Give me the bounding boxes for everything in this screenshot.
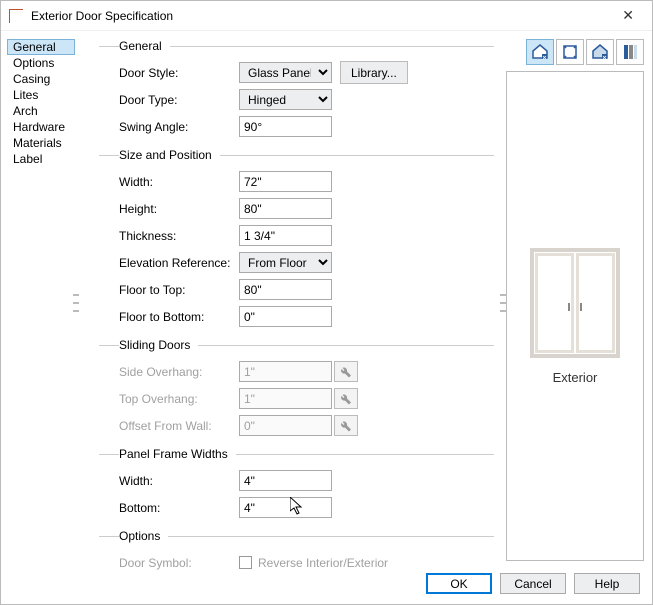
- app-logo-icon: [9, 9, 23, 23]
- preview-label: Exterior: [553, 370, 598, 385]
- top-overhang-input: [239, 388, 332, 409]
- group-general: General Door Style: Glass Panel Library.…: [99, 39, 494, 144]
- sidebar-item-lites[interactable]: Lites: [7, 87, 75, 103]
- side-overhang-label: Side Overhang:: [119, 365, 239, 379]
- wrench-icon: [334, 361, 358, 382]
- splitter-left[interactable]: [73, 291, 79, 315]
- ok-button[interactable]: OK: [426, 573, 492, 594]
- elev-ref-label: Elevation Reference:: [119, 256, 239, 270]
- sidebar-item-options[interactable]: Options: [7, 55, 75, 71]
- group-legend: Panel Frame Widths: [119, 447, 236, 461]
- height-input[interactable]: [239, 198, 332, 219]
- door-type-select[interactable]: Hinged: [239, 89, 332, 110]
- top-overhang-label: Top Overhang:: [119, 392, 239, 406]
- elev-ref-select[interactable]: From Floor: [239, 252, 332, 273]
- floor-bottom-input[interactable]: [239, 306, 332, 327]
- floor-top-input[interactable]: [239, 279, 332, 300]
- door-preview-icon: [530, 248, 620, 358]
- height-label: Height:: [119, 202, 239, 216]
- view-house-icon[interactable]: [526, 39, 554, 65]
- floor-bottom-label: Floor to Bottom:: [119, 310, 239, 324]
- wrench-icon: [334, 415, 358, 436]
- form-panel: General Door Style: Glass Panel Library.…: [99, 39, 494, 561]
- sidebar-item-label[interactable]: Label: [7, 151, 75, 167]
- door-style-select[interactable]: Glass Panel: [239, 62, 332, 83]
- reverse-label: Reverse Interior/Exterior: [258, 556, 388, 570]
- panel-bottom-label: Bottom:: [119, 501, 239, 515]
- side-overhang-input: [239, 361, 332, 382]
- close-icon[interactable]: ✕: [612, 3, 644, 28]
- help-button[interactable]: Help: [574, 573, 640, 594]
- sidebar-item-hardware[interactable]: Hardware: [7, 119, 75, 135]
- width-input[interactable]: [239, 171, 332, 192]
- group-legend: Sliding Doors: [119, 338, 198, 352]
- group-legend: General: [119, 39, 170, 53]
- window-title: Exterior Door Specification: [31, 9, 173, 23]
- dialog-buttons: OK Cancel Help: [426, 573, 640, 594]
- group-sliding: Sliding Doors Side Overhang: Top Overhan…: [99, 338, 494, 443]
- title-bar: Exterior Door Specification ✕: [1, 1, 652, 31]
- door-symbol-label: Door Symbol:: [119, 556, 239, 570]
- group-legend: Options: [119, 529, 168, 543]
- door-type-label: Door Type:: [119, 93, 239, 107]
- view-plan-icon[interactable]: [616, 39, 644, 65]
- door-style-label: Door Style:: [119, 66, 239, 80]
- panel-width-label: Width:: [119, 474, 239, 488]
- group-legend: Size and Position: [119, 148, 220, 162]
- category-sidebar: General Options Casing Lites Arch Hardwa…: [1, 31, 81, 569]
- offset-wall-input: [239, 415, 332, 436]
- sidebar-item-materials[interactable]: Materials: [7, 135, 75, 151]
- width-label: Width:: [119, 175, 239, 189]
- wrench-icon: [334, 388, 358, 409]
- thickness-label: Thickness:: [119, 229, 239, 243]
- thickness-input[interactable]: [239, 225, 332, 246]
- library-button[interactable]: Library...: [340, 61, 408, 84]
- panel-width-input[interactable]: [239, 470, 332, 491]
- view-extents-icon[interactable]: [556, 39, 584, 65]
- group-panel: Panel Frame Widths Width: Bottom:: [99, 447, 494, 525]
- sidebar-item-arch[interactable]: Arch: [7, 103, 75, 119]
- preview-panel: Exterior: [506, 39, 644, 561]
- group-size: Size and Position Width: Height: Thickne…: [99, 148, 494, 334]
- sidebar-item-general[interactable]: General: [7, 39, 75, 55]
- panel-bottom-input[interactable]: [239, 497, 332, 518]
- swing-angle-input[interactable]: [239, 116, 332, 137]
- cancel-button[interactable]: Cancel: [500, 573, 566, 594]
- view-elevation-icon[interactable]: [586, 39, 614, 65]
- reverse-checkbox: [239, 556, 252, 569]
- preview-viewport[interactable]: Exterior: [506, 71, 644, 561]
- sidebar-item-casing[interactable]: Casing: [7, 71, 75, 87]
- offset-wall-label: Offset From Wall:: [119, 419, 239, 433]
- floor-top-label: Floor to Top:: [119, 283, 239, 297]
- swing-angle-label: Swing Angle:: [119, 120, 239, 134]
